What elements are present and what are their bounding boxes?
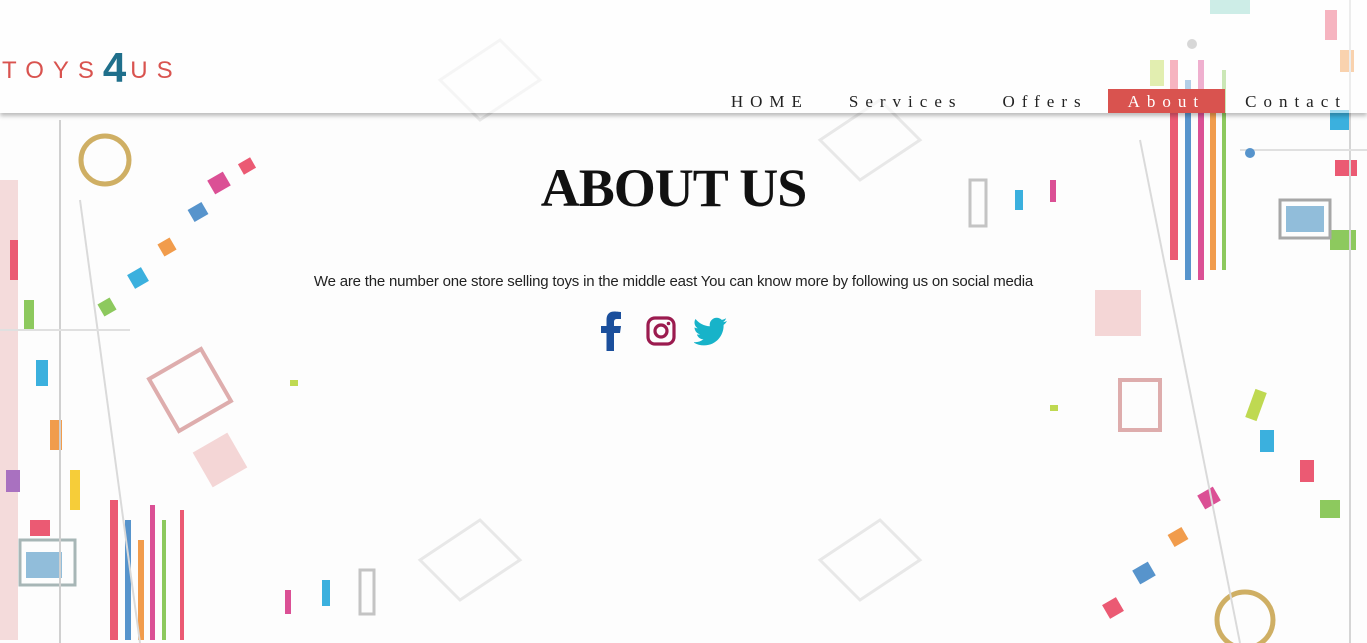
nav-item-offers[interactable]: Offers — [982, 89, 1107, 113]
logo-number: 4 — [102, 44, 131, 91]
page: TOYS4US HOME Services Offers About Conta… — [0, 0, 1367, 643]
facebook-icon — [601, 311, 621, 351]
main-nav: HOME Services Offers About Contact — [711, 89, 1367, 113]
facebook-link[interactable] — [596, 311, 628, 351]
instagram-link[interactable] — [645, 311, 677, 351]
logo-text-toys: TOYS — [2, 57, 103, 84]
about-description: We are the number one store selling toys… — [313, 273, 1034, 290]
site-logo[interactable]: TOYS4US — [2, 40, 182, 91]
instagram-icon — [646, 316, 676, 346]
site-header: TOYS4US HOME Services Offers About Conta… — [0, 0, 1367, 113]
page-title: ABOUT US — [540, 158, 808, 218]
nav-item-contact[interactable]: Contact — [1225, 89, 1367, 113]
logo-text-us: US — [130, 57, 182, 84]
twitter-icon — [693, 317, 727, 346]
nav-item-home[interactable]: HOME — [711, 89, 829, 113]
twitter-link[interactable] — [693, 311, 727, 351]
social-links — [596, 311, 727, 351]
nav-item-services[interactable]: Services — [829, 89, 983, 113]
nav-item-about[interactable]: About — [1107, 89, 1226, 113]
main-content: ABOUT US We are the number one store sel… — [0, 113, 1367, 643]
